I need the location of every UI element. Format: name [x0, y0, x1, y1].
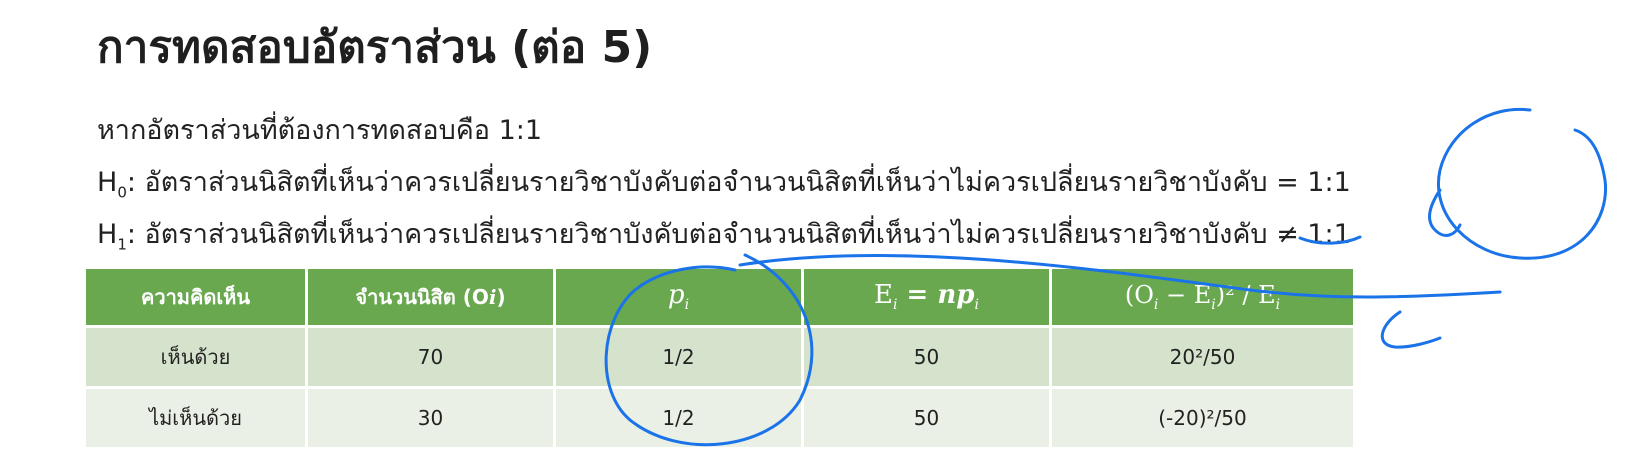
slide-title: การทดสอบอัตราส่วน (ต่อ 5): [97, 22, 653, 73]
cell-probability: 1/2: [553, 386, 804, 450]
annotation-scribble-ratio: [1428, 188, 1462, 237]
cell-opinion: เห็นด้วย: [83, 325, 308, 389]
cell-expected: 50: [801, 325, 1052, 389]
null-hypothesis: H0: อัตราส่วนนิสิตที่เห็นว่าควรเปลี่ยนรา…: [97, 160, 1351, 203]
cell-opinion: ไม่เห็นด้วย: [83, 386, 308, 450]
h0-text: : อัตราส่วนนิสิตที่เห็นว่าควรเปลี่ยนรายว…: [126, 167, 1351, 198]
table-row: ไม่เห็นด้วย 30 1/2 50 (-20)²/50: [83, 386, 1356, 450]
h0-subscript: 0: [117, 183, 127, 202]
cell-count: 70: [305, 325, 556, 389]
cell-chi-component: (-20)²/50: [1049, 386, 1356, 450]
annotation-hook: [1380, 310, 1442, 349]
intro-text: หากอัตราส่วนที่ต้องการทดสอบคือ 1:1: [97, 115, 543, 146]
header-probability: pi: [553, 266, 804, 328]
table-header-row: ความคิดเห็น จำนวนนิสิต (Oi) pi Ei = npi …: [83, 266, 1356, 328]
cell-probability: 1/2: [553, 325, 804, 389]
header-opinion: ความคิดเห็น: [83, 266, 308, 328]
annotation-circle-ratio: [1437, 107, 1608, 260]
cell-count: 30: [305, 386, 556, 450]
h0-symbol: H: [97, 167, 118, 198]
header-count: จำนวนนิสิต (Oi): [305, 266, 556, 328]
cell-chi-component: 20²/50: [1049, 325, 1356, 389]
h1-subscript: 1: [117, 235, 127, 254]
h1-text: : อัตราส่วนนิสิตที่เห็นว่าควรเปลี่ยนรายว…: [126, 219, 1351, 250]
table-row: เห็นด้วย 70 1/2 50 20²/50: [83, 325, 1356, 389]
header-expected: Ei = npi: [801, 266, 1052, 328]
chi-square-table: ความคิดเห็น จำนวนนิสิต (Oi) pi Ei = npi …: [83, 266, 1356, 450]
alternative-hypothesis: H1: อัตราส่วนนิสิตที่เห็นว่าควรเปลี่ยนรา…: [97, 212, 1351, 255]
header-chi-component: (Oi − Ei)² / Ei: [1049, 266, 1356, 328]
cell-expected: 50: [801, 386, 1052, 450]
h1-symbol: H: [97, 219, 118, 250]
